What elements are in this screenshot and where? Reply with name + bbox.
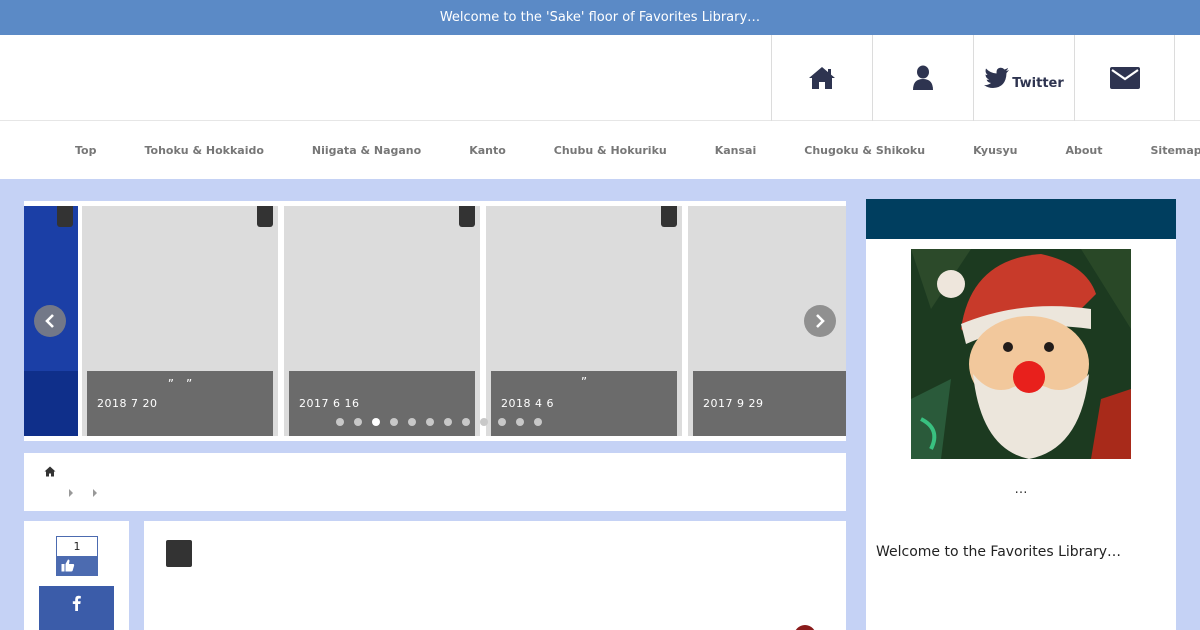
slider-prev-button[interactable] (34, 305, 66, 337)
article-panel (144, 521, 846, 630)
profile-welcome-text: Welcome to the Favorites Library… (876, 544, 1122, 560)
nav-item-chubu-hokuriku[interactable]: Chubu & Hokuriku (530, 144, 691, 157)
slider-dot[interactable] (480, 418, 488, 426)
twitter-label: Twitter (1012, 75, 1064, 91)
slide-date: 2017 6 16 (299, 397, 360, 410)
home-icon[interactable] (44, 466, 56, 477)
nav-item-top[interactable]: Top (51, 144, 120, 157)
profile-button[interactable] (872, 35, 973, 121)
slide[interactable]: ” ” 2018 7 20 (82, 206, 278, 436)
like-bar (57, 556, 97, 575)
category-badge[interactable] (166, 540, 192, 567)
thumbs-up-icon (61, 559, 75, 572)
slider-dot[interactable] (390, 418, 398, 426)
slider-next-button[interactable] (804, 305, 836, 337)
chevron-left-icon (45, 314, 54, 328)
user-icon (913, 65, 933, 90)
nav-item-about[interactable]: About (1041, 144, 1126, 157)
facebook-share-button[interactable] (39, 586, 114, 630)
nav-item-kyusyu[interactable]: Kyusyu (949, 144, 1041, 157)
announcement-bar: Welcome to the 'Sake' floor of Favorites… (0, 0, 1200, 35)
home-button[interactable] (771, 35, 872, 121)
category-tag (257, 206, 273, 227)
header-nav: Twitter (771, 35, 1175, 121)
slider-dot[interactable] (426, 418, 434, 426)
slider-dot[interactable] (498, 418, 506, 426)
category-tag (57, 206, 73, 227)
slider-dot[interactable] (372, 418, 380, 426)
site-header: Twitter (0, 35, 1200, 121)
mail-icon (1109, 67, 1140, 89)
slide-caption (24, 371, 78, 436)
nav-item-kanto[interactable]: Kanto (445, 144, 530, 157)
global-nav: Top Tohoku & Hokkaido Niigata & Nagano K… (0, 121, 1200, 179)
slider-dot[interactable] (408, 418, 416, 426)
slide[interactable]: 2017 6 16 (284, 206, 480, 436)
share-panel: 1 (24, 521, 129, 630)
slide-title: ” ” (167, 377, 193, 391)
slider-dots (336, 418, 542, 426)
slider-dot[interactable] (516, 418, 524, 426)
slide-caption: 2017 9 29 (693, 371, 846, 436)
twitter-button[interactable]: Twitter (973, 35, 1074, 121)
slide-title: ” (580, 375, 588, 389)
author-avatar[interactable] (794, 625, 816, 630)
contact-button[interactable] (1074, 35, 1175, 121)
slider-dot[interactable] (354, 418, 362, 426)
like-counter[interactable]: 1 (56, 536, 98, 576)
breadcrumb-separator-icon (69, 489, 73, 497)
like-count: 1 (73, 540, 81, 553)
category-tag (661, 206, 677, 227)
profile-image (911, 249, 1131, 459)
twitter-icon (984, 67, 1010, 88)
nav-item-kansai[interactable]: Kansai (691, 144, 781, 157)
slide-date: 2017 9 29 (703, 397, 764, 410)
nav-item-sitemap[interactable]: Sitemap (1127, 144, 1200, 157)
chevron-right-icon (816, 314, 825, 328)
nav-item-niigata-nagano[interactable]: Niigata & Nagano (288, 144, 445, 157)
sidebar: … Welcome to the Favorites Library… (866, 199, 1176, 630)
category-tag (459, 206, 475, 227)
slide-caption: ” 2018 4 6 (491, 371, 677, 436)
profile-name: … (1014, 482, 1028, 497)
slide-date: 2018 7 20 (97, 397, 158, 410)
breadcrumb-separator-icon (93, 489, 97, 497)
slider-dot[interactable] (444, 418, 452, 426)
slider-dot[interactable] (462, 418, 470, 426)
announcement-text: Welcome to the 'Sake' floor of Favorites… (439, 10, 761, 25)
slider-dot[interactable] (534, 418, 542, 426)
home-icon (809, 67, 835, 89)
slider-dot[interactable] (336, 418, 344, 426)
slide-caption: 2017 6 16 (289, 371, 475, 436)
facebook-icon (72, 595, 81, 611)
slide-date: 2018 4 6 (501, 397, 554, 410)
santa-avatar-image (911, 249, 1131, 459)
slide-caption: ” ” 2018 7 20 (87, 371, 273, 436)
featured-slider: ” ” 2018 7 20 2017 6 16 ” 2018 4 6 2017 … (24, 201, 846, 441)
nav-item-chugoku-shikoku[interactable]: Chugoku & Shikoku (780, 144, 949, 157)
breadcrumb (24, 453, 846, 511)
nav-item-tohoku-hokkaido[interactable]: Tohoku & Hokkaido (120, 144, 287, 157)
sidebar-header (866, 199, 1176, 239)
slide[interactable]: ” 2018 4 6 (486, 206, 682, 436)
